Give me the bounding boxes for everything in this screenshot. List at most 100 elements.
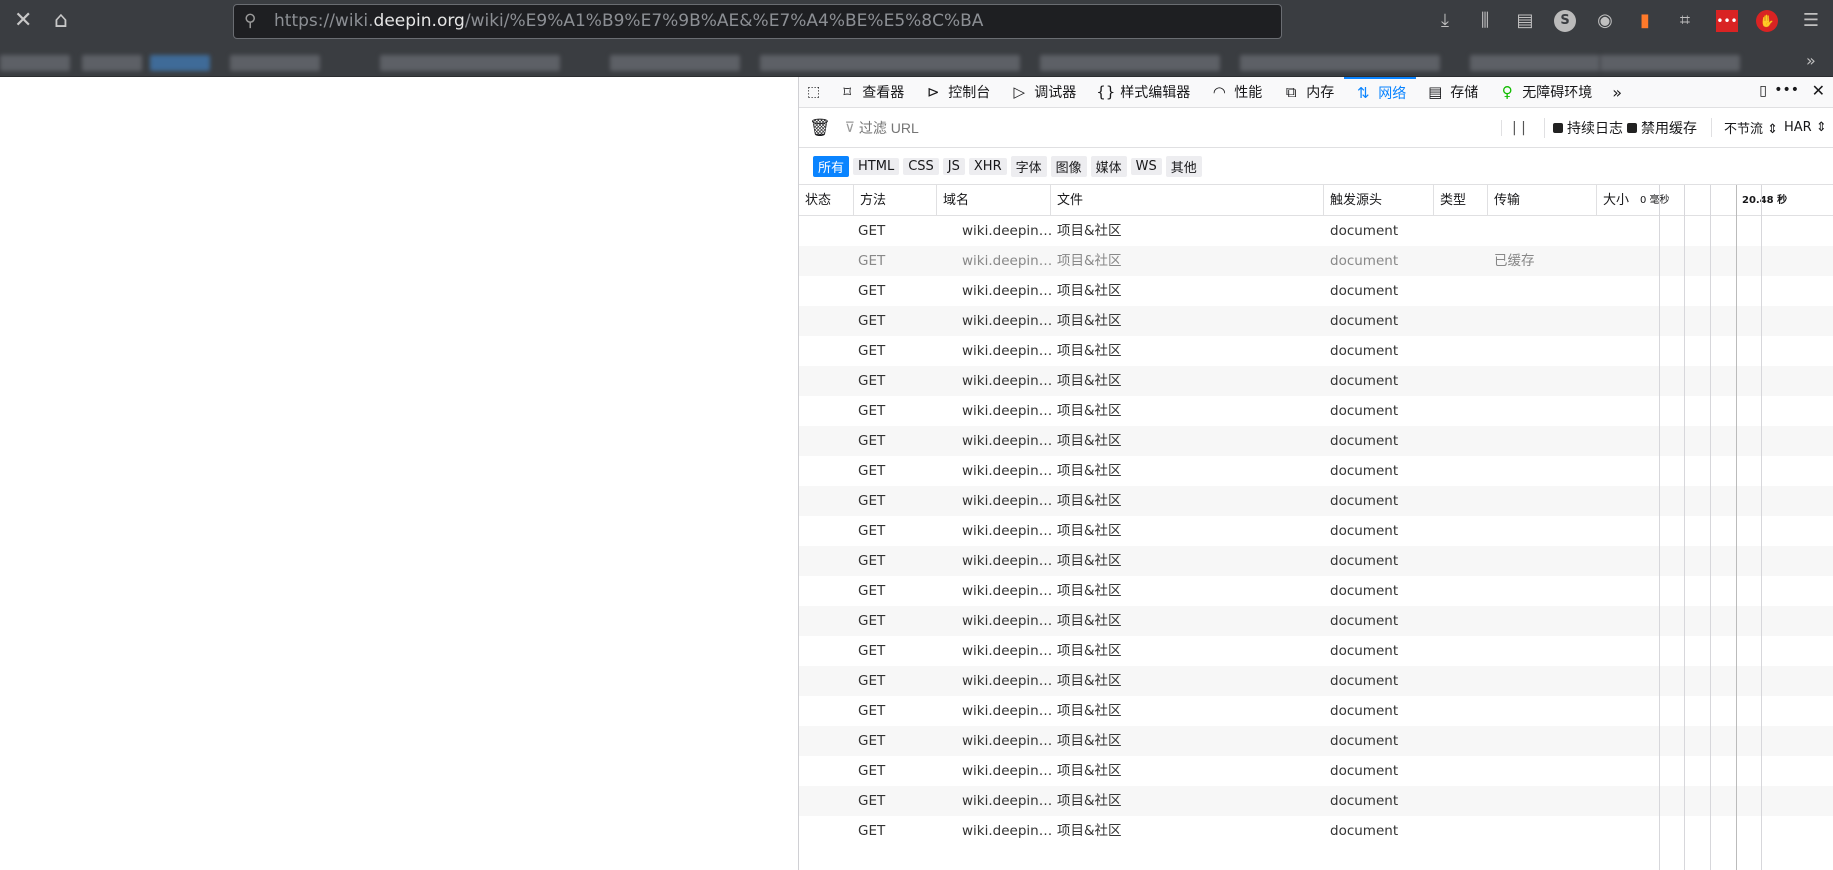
cell-method: GET — [858, 343, 886, 359]
type-filter-button[interactable]: JS — [942, 157, 965, 175]
more-tabs-icon[interactable]: » — [1602, 77, 1632, 108]
table-row[interactable]: GET wiki.deepin… 项目&社区 document — [799, 546, 1833, 576]
tab-4[interactable]: ◠ 性能 — [1200, 77, 1272, 108]
sidebar-icon[interactable]: ▤ — [1514, 10, 1536, 32]
tab-8[interactable]: ♀ 无障碍环境 — [1488, 77, 1602, 108]
extension-circle-icon[interactable]: ◉ — [1594, 10, 1616, 32]
disable-cache-checkbox[interactable]: 禁用缓存 — [1627, 118, 1697, 138]
column-header[interactable]: 触发源头 — [1323, 185, 1382, 216]
type-filter-button[interactable]: 其他 — [1165, 155, 1202, 177]
type-filter-button[interactable]: XHR — [968, 157, 1007, 175]
bookmark-blurred[interactable] — [1600, 55, 1740, 71]
table-row[interactable]: GET wiki.deepin… 项目&社区 document — [799, 666, 1833, 696]
responsive-icon[interactable]: ▯ — [1759, 83, 1767, 99]
column-header[interactable]: 域名 — [936, 185, 969, 216]
column-header[interactable]: 状态 — [799, 185, 831, 216]
cell-file: 项目&社区 — [1057, 673, 1122, 689]
cell-method: GET — [858, 643, 886, 659]
bookmark-blurred[interactable] — [0, 55, 70, 71]
table-row[interactable]: GET wiki.deepin… 项目&社区 document — [799, 756, 1833, 786]
bookmark-blurred[interactable] — [1240, 55, 1440, 71]
cell-domain: wiki.deepin… — [962, 493, 1053, 509]
more-bookmarks-icon[interactable]: » — [1806, 51, 1816, 70]
url-bar[interactable]: ⚲ https://wiki.deepin.org/wiki/%E9%A1%B9… — [233, 4, 1282, 39]
column-header[interactable]: 文件 — [1050, 185, 1083, 216]
table-row[interactable]: GET wiki.deepin… 项目&社区 document — [799, 276, 1833, 306]
pick-element-icon[interactable]: ⬚ — [799, 77, 828, 108]
close-icon[interactable]: ✕ — [14, 8, 32, 33]
table-row[interactable]: GET wiki.deepin… 项目&社区 document — [799, 516, 1833, 546]
table-row[interactable]: GET wiki.deepin… 项目&社区 document — [799, 786, 1833, 816]
column-header[interactable]: 方法 — [853, 185, 886, 216]
pause-icon[interactable]: | | — [1501, 119, 1526, 136]
type-filter-button[interactable]: HTML — [853, 157, 900, 175]
cell-cause: document — [1330, 433, 1399, 449]
crop-icon[interactable]: ⌗ — [1674, 10, 1696, 32]
type-filter-button[interactable]: 所有 — [813, 155, 850, 177]
cell-cause: document — [1330, 403, 1399, 419]
tab-6[interactable]: ⇅ 网络 — [1344, 76, 1417, 108]
table-row[interactable]: GET wiki.deepin… 项目&社区 document — [799, 216, 1833, 246]
trash-icon[interactable]: 🗑 — [809, 118, 831, 138]
bookmark-blurred[interactable] — [82, 55, 142, 71]
tab-3[interactable]: {} 样式编辑器 — [1086, 77, 1200, 108]
column-header[interactable]: 传输 — [1487, 185, 1520, 216]
filter-url-input[interactable] — [858, 119, 1459, 136]
bookmark-blurred[interactable] — [760, 55, 1020, 71]
table-row[interactable]: GET wiki.deepin… 项目&社区 document — [799, 726, 1833, 756]
type-filter-button[interactable]: 图像 — [1050, 155, 1087, 177]
cell-file: 项目&社区 — [1057, 253, 1122, 269]
type-filter-button[interactable]: 媒体 — [1090, 155, 1127, 177]
more-options-icon[interactable]: ••• — [1774, 82, 1799, 98]
bookmark-blurred[interactable] — [1470, 55, 1600, 71]
waterfall-gridline — [1736, 185, 1737, 870]
close-devtools-icon[interactable]: ✕ — [1812, 81, 1825, 100]
extension-dots-icon[interactable]: ••• — [1716, 10, 1738, 32]
throttle-select[interactable]: 不节流 ⇕ — [1711, 118, 1778, 137]
bookmark-blurred[interactable] — [380, 55, 560, 71]
bookmark-blurred[interactable] — [1040, 55, 1220, 71]
table-row[interactable]: GET wiki.deepin… 项目&社区 document — [799, 456, 1833, 486]
cell-method: GET — [858, 673, 886, 689]
extension-bookmark-icon[interactable]: ▮ — [1634, 10, 1656, 32]
extension-hand-icon[interactable]: ✋ — [1756, 10, 1778, 32]
table-row[interactable]: GET wiki.deepin… 项目&社区 document — [799, 636, 1833, 666]
library-icon[interactable]: ⫼ — [1474, 10, 1496, 32]
extension-s-icon[interactable]: S — [1554, 10, 1576, 32]
bookmark-blurred[interactable] — [230, 55, 320, 71]
cell-cause: document — [1330, 373, 1399, 389]
persist-log-checkbox[interactable]: 持续日志 — [1544, 117, 1623, 138]
type-filter-button[interactable]: CSS — [903, 157, 939, 175]
cell-method: GET — [858, 793, 886, 809]
tab-2[interactable]: ▷ 调试器 — [1000, 77, 1086, 108]
bookmark-blurred[interactable] — [150, 55, 210, 71]
table-row[interactable]: GET wiki.deepin… 项目&社区 document — [799, 336, 1833, 366]
type-filter-button[interactable]: WS — [1130, 157, 1162, 175]
type-filter-button[interactable]: 字体 — [1010, 155, 1047, 177]
column-header[interactable]: 类型 — [1433, 185, 1466, 216]
menu-icon[interactable]: ☰ — [1800, 10, 1822, 32]
cell-method: GET — [858, 493, 886, 509]
tab-5[interactable]: ⧉ 内存 — [1272, 77, 1344, 108]
table-row[interactable]: GET wiki.deepin… 项目&社区 document — [799, 486, 1833, 516]
table-row[interactable]: GET wiki.deepin… 项目&社区 document — [799, 696, 1833, 726]
tab-7[interactable]: ▤ 存储 — [1416, 77, 1488, 108]
har-menu[interactable]: HAR ⇕ — [1784, 120, 1827, 135]
cell-file: 项目&社区 — [1057, 403, 1122, 419]
tab-0[interactable]: ⌑ 查看器 — [828, 77, 914, 108]
home-icon[interactable]: ⌂ — [54, 8, 68, 33]
table-row[interactable]: GET wiki.deepin… 项目&社区 document — [799, 366, 1833, 396]
braces-icon: {} — [1096, 83, 1116, 101]
bookmark-blurred[interactable] — [610, 55, 740, 71]
table-row[interactable]: GET wiki.deepin… 项目&社区 document — [799, 396, 1833, 426]
download-icon[interactable]: ⤓ — [1434, 10, 1456, 32]
table-row[interactable]: GET wiki.deepin… 项目&社区 document — [799, 816, 1833, 846]
column-header[interactable]: 大小 — [1596, 185, 1629, 216]
table-row[interactable]: GET wiki.deepin… 项目&社区 document — [799, 576, 1833, 606]
table-row[interactable]: GET wiki.deepin… 项目&社区 document — [799, 606, 1833, 636]
table-row[interactable]: GET wiki.deepin… 项目&社区 document — [799, 306, 1833, 336]
tab-1[interactable]: ⊳ 控制台 — [914, 77, 1000, 108]
table-row[interactable]: GET wiki.deepin… 项目&社区 document — [799, 426, 1833, 456]
table-row[interactable]: GET wiki.deepin… 项目&社区 document 已缓存 — [799, 246, 1833, 276]
cell-cause: document — [1330, 553, 1399, 569]
